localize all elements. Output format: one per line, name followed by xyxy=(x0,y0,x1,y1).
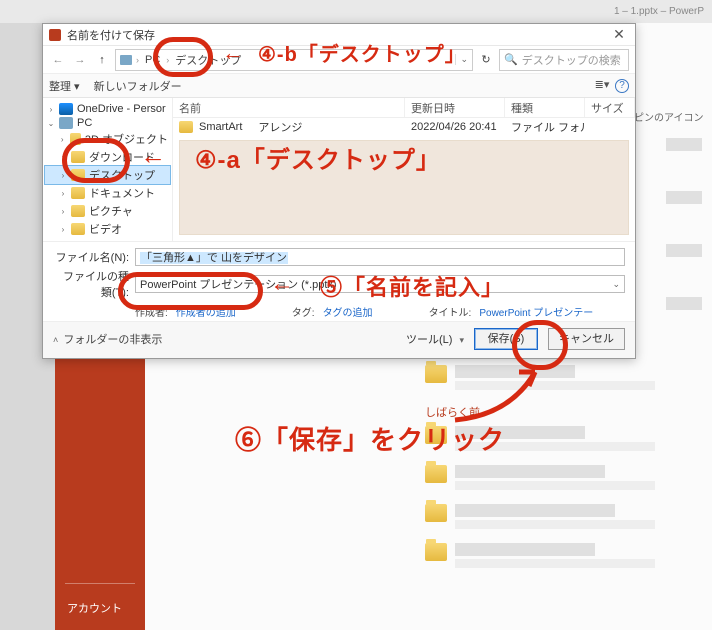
cloud-icon xyxy=(59,103,73,115)
folder-icon xyxy=(425,365,447,383)
col-name[interactable]: 名前 xyxy=(173,98,405,117)
tools-label: ツール(L) xyxy=(406,334,452,346)
annotation-text-4b: ④-b「デスクトップ」 xyxy=(258,38,466,67)
col-date[interactable]: 更新日時 xyxy=(405,98,505,117)
organize-menu[interactable]: 整理 ▾ xyxy=(49,78,80,94)
app-title-text: 1 – 1.pptx – PowerP xyxy=(614,6,704,17)
tree-twisty-icon: › xyxy=(59,225,67,234)
folder-icon xyxy=(71,205,85,217)
sidebar-account[interactable]: アカウント xyxy=(55,594,145,622)
close-button[interactable]: ✕ xyxy=(609,27,629,43)
annotation-ring-5 xyxy=(118,272,263,310)
recent-item[interactable] xyxy=(425,504,702,529)
annotation-ring-4b xyxy=(153,37,213,77)
search-input[interactable]: 🔍 デスクトップの検索 xyxy=(499,49,629,71)
folder-icon xyxy=(425,543,447,561)
tree-label: OneDrive - Persor xyxy=(77,103,166,115)
tree-label: PC xyxy=(77,117,92,129)
recent-path-placeholder xyxy=(455,520,655,529)
annotation-arrow-4b: ← xyxy=(222,40,245,66)
annotation-text-5: ⑤「名前を記入」 xyxy=(320,270,504,302)
filename-value: 「三角形▲」で 山をデザイン xyxy=(140,252,288,264)
tree-node[interactable]: › ビデオ xyxy=(45,220,170,238)
tree-twisty-icon: › xyxy=(59,135,66,144)
annotation-ring-4a xyxy=(62,138,130,183)
folder-icon xyxy=(71,187,85,199)
annotation-arrow-4a: ← xyxy=(140,140,167,171)
folder-icon xyxy=(179,121,193,133)
tree-twisty-icon: › xyxy=(59,189,67,198)
annotation-arrow-6 xyxy=(450,360,550,430)
recent-path-placeholder xyxy=(455,481,655,490)
title-link[interactable]: PowerPoint プレゼンテー xyxy=(479,304,593,319)
tree-label: ピクチャ xyxy=(89,203,133,219)
nav-up-button[interactable]: ↑ xyxy=(93,51,111,69)
col-size[interactable]: サイズ xyxy=(585,98,635,117)
recent-title-placeholder xyxy=(455,504,615,517)
new-folder-button[interactable]: 新しいフォルダー xyxy=(94,78,182,94)
recent-title-placeholder xyxy=(455,465,605,478)
sidebar-divider xyxy=(65,583,135,584)
tree-twisty-icon: › xyxy=(47,105,55,114)
column-headers[interactable]: 名前 更新日時 種類 サイズ xyxy=(173,98,635,118)
search-placeholder: デスクトップの検索 xyxy=(522,52,621,68)
filename-input[interactable]: 「三角形▲」で 山をデザイン xyxy=(135,248,625,266)
tree-node[interactable]: › OneDrive - Persor xyxy=(45,102,170,116)
powerpoint-icon xyxy=(49,29,61,41)
view-options-button[interactable]: ≣▾ xyxy=(593,78,611,94)
refresh-button[interactable]: ↻ xyxy=(477,51,495,69)
file-name-sub: アレンジ xyxy=(258,119,302,135)
recent-title-placeholder xyxy=(455,543,595,556)
tools-menu[interactable]: ツール(L) ▾ xyxy=(406,331,464,347)
file-date: 2022/04/26 20:41 xyxy=(405,121,505,133)
nav-forward-button[interactable]: → xyxy=(71,51,89,69)
col-type[interactable]: 種類 xyxy=(505,98,585,117)
recent-item[interactable] xyxy=(425,465,702,490)
tree-node[interactable]: › ピクチャ xyxy=(45,202,170,220)
add-tag-link[interactable]: タグの追加 xyxy=(323,304,373,319)
tree-node[interactable]: ⌄ PC xyxy=(45,116,170,130)
app-titlebar: 1 – 1.pptx – PowerP xyxy=(0,0,712,23)
folder-icon xyxy=(425,465,447,483)
dialog-toolbar: 整理 ▾ 新しいフォルダー ≣▾ ? xyxy=(43,74,635,98)
filename-label: ファイル名(N): xyxy=(53,249,129,265)
annotation-text-4a: ④-a「デスクトップ」 xyxy=(195,140,441,175)
recent-placeholder xyxy=(666,244,702,257)
chevron-down-icon: ▾ xyxy=(459,335,464,345)
search-icon: 🔍 xyxy=(504,53,518,66)
nav-back-button[interactable]: ← xyxy=(49,51,67,69)
title-label: タイトル: xyxy=(429,304,472,319)
chevron-down-icon: ⌄ xyxy=(612,279,620,290)
tree-label: ドキュメント xyxy=(89,185,155,201)
tree-node[interactable]: › ドキュメント xyxy=(45,184,170,202)
tree-label: ビデオ xyxy=(89,221,122,237)
folder-icon xyxy=(71,223,85,235)
folder-icon xyxy=(425,504,447,522)
recent-item[interactable] xyxy=(425,543,702,568)
recent-placeholder xyxy=(666,191,702,204)
file-name: SmartArt xyxy=(199,121,242,133)
pc-icon xyxy=(120,55,132,65)
tree-twisty-icon: › xyxy=(59,207,67,216)
pc-icon xyxy=(59,117,73,129)
recent-placeholder xyxy=(666,138,702,151)
help-button[interactable]: ? xyxy=(615,79,629,93)
chevron-right-icon: › xyxy=(136,55,139,65)
file-row[interactable]: SmartArt アレンジ 2022/04/26 20:41 ファイル フォルダ… xyxy=(173,118,635,136)
hide-folders-label: フォルダーの非表示 xyxy=(63,334,162,346)
tag-label: タグ: xyxy=(292,304,315,319)
annotation-arrow-5: ← xyxy=(270,270,295,298)
file-type: ファイル フォルダー xyxy=(505,119,585,135)
recent-path-placeholder xyxy=(455,559,655,568)
hide-folders-toggle[interactable]: ˄ フォルダーの非表示 xyxy=(53,331,162,347)
chevron-up-icon: ˄ xyxy=(53,335,58,345)
tree-twisty-icon: ⌄ xyxy=(47,119,55,128)
recent-placeholder xyxy=(666,297,702,310)
